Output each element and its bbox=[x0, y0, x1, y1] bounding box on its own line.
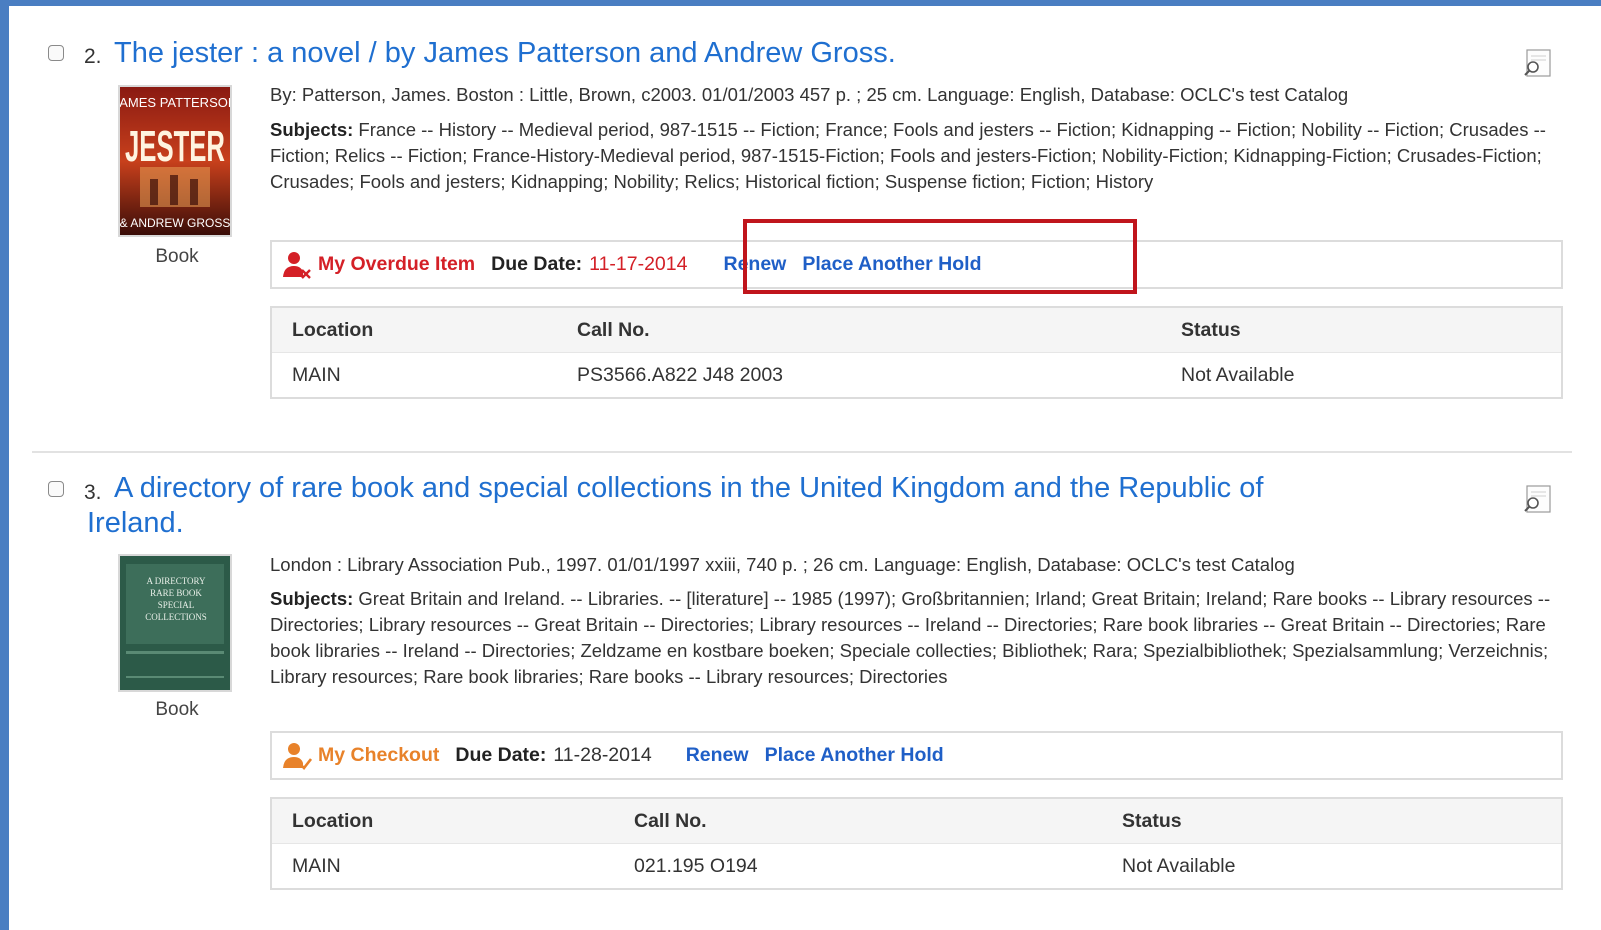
cover-line-1: A DIRECTORY bbox=[146, 576, 206, 586]
preview-icon[interactable] bbox=[1522, 48, 1552, 78]
location-header: Location bbox=[271, 798, 634, 844]
place-another-hold-link[interactable]: Place Another Hold bbox=[765, 744, 944, 767]
cover-line-3: SPECIAL bbox=[158, 600, 195, 610]
select-checkbox[interactable] bbox=[48, 45, 64, 61]
user-overdue-icon bbox=[283, 251, 311, 279]
cover-art: JAMES PATTERSON JESTER & ANDREW GROSS bbox=[113, 87, 237, 235]
record-subjects: Subjects: France -- History -- Medieval … bbox=[270, 117, 1570, 195]
due-date-label: Due Date: bbox=[491, 253, 583, 275]
place-another-hold-link[interactable]: Place Another Hold bbox=[802, 253, 981, 276]
table-row: MAIN PS3566.A822 J48 2003 Not Available bbox=[271, 352, 1562, 398]
subjects-text: France -- History -- Medieval period, 98… bbox=[270, 119, 1546, 192]
due-date-label: Due Date: bbox=[455, 744, 547, 766]
select-checkbox[interactable] bbox=[48, 481, 64, 497]
call-number-header: Call No. bbox=[577, 307, 1181, 353]
call-number-header: Call No. bbox=[634, 798, 1122, 844]
record-metadata: London : Library Association Pub., 1997.… bbox=[270, 554, 1295, 575]
call-number-cell: 021.195 O194 bbox=[634, 843, 1122, 889]
cover-coauthor-text: & ANDREW GROSS bbox=[120, 216, 230, 230]
renew-link[interactable]: Renew bbox=[723, 253, 786, 276]
table-row: MAIN 021.195 O194 Not Available bbox=[271, 843, 1562, 889]
holdings-table: Location Call No. Status MAIN PS3566.A82… bbox=[270, 306, 1563, 399]
item-status-bar: My Overdue Item Due Date: 11-17-2014 Ren… bbox=[270, 240, 1563, 289]
location-cell: MAIN bbox=[271, 352, 577, 398]
status-header: Status bbox=[1181, 307, 1562, 353]
record-title-link[interactable]: The jester : a novel / by James Patterso… bbox=[114, 37, 896, 70]
cover-title-text: JESTER bbox=[125, 122, 225, 171]
cover-art: A DIRECTORY RARE BOOK SPECIAL COLLECTION… bbox=[120, 556, 230, 690]
format-label: Book bbox=[155, 246, 199, 267]
location-header: Location bbox=[271, 307, 577, 353]
due-date-value: 11-17-2014 bbox=[589, 253, 688, 275]
call-number-cell: PS3566.A822 J48 2003 bbox=[577, 352, 1181, 398]
cover-author-text: JAMES PATTERSON bbox=[120, 95, 230, 110]
cover-line-4: COLLECTIONS bbox=[145, 612, 207, 622]
status-label: My Overdue Item bbox=[318, 253, 476, 275]
record-subjects: Subjects: Great Britain and Ireland. -- … bbox=[270, 586, 1570, 690]
renew-link[interactable]: Renew bbox=[686, 744, 749, 767]
record-number: 3. bbox=[84, 481, 102, 504]
book-cover-image[interactable]: JAMES PATTERSON JESTER & ANDREW GROSS bbox=[113, 85, 237, 237]
holdings-header-row: Location Call No. Status bbox=[271, 798, 1562, 844]
availability-cell: Not Available bbox=[1181, 352, 1562, 398]
holdings-header-row: Location Call No. Status bbox=[271, 307, 1562, 353]
holdings-table: Location Call No. Status MAIN 021.195 O1… bbox=[270, 797, 1563, 890]
record-metadata: By: Patterson, James. Boston : Little, B… bbox=[270, 84, 1349, 105]
record-title-link[interactable]: A directory of rare book and special col… bbox=[114, 472, 1263, 505]
preview-icon[interactable] bbox=[1522, 484, 1552, 514]
record-title-link-continued[interactable]: Ireland. bbox=[87, 507, 184, 540]
subjects-label: Subjects: bbox=[270, 119, 354, 140]
status-label: My Checkout bbox=[318, 744, 440, 766]
cover-line-2: RARE BOOK bbox=[150, 588, 202, 598]
status-header: Status bbox=[1122, 798, 1562, 844]
record-number: 2. bbox=[84, 45, 102, 68]
subjects-label: Subjects: bbox=[270, 588, 354, 609]
record-divider bbox=[32, 451, 1572, 453]
book-cover-image[interactable]: A DIRECTORY RARE BOOK SPECIAL COLLECTION… bbox=[118, 554, 232, 692]
item-status-bar: My Checkout Due Date: 11-28-2014 Renew P… bbox=[270, 731, 1563, 780]
due-date-value: 11-28-2014 bbox=[553, 744, 652, 766]
location-cell: MAIN bbox=[271, 843, 634, 889]
subjects-text: Great Britain and Ireland. -- Libraries.… bbox=[270, 588, 1551, 687]
format-label: Book bbox=[155, 699, 199, 720]
availability-cell: Not Available bbox=[1122, 843, 1562, 889]
user-checkout-icon bbox=[283, 742, 312, 770]
